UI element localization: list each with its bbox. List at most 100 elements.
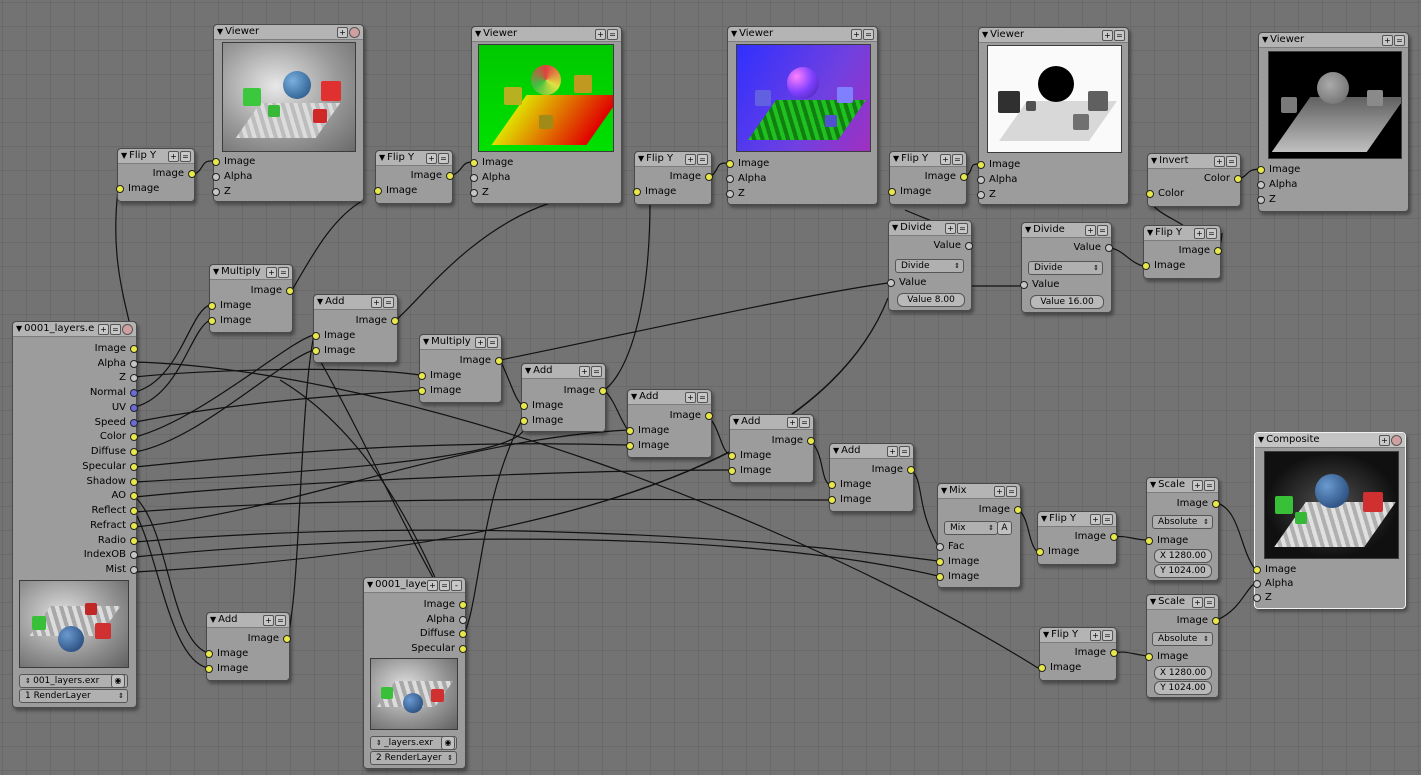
- add-node[interactable]: ▼ Add + = Image Image Image: [312, 294, 399, 363]
- output-socket[interactable]: Image: [772, 434, 815, 448]
- node-preview-toggle[interactable]: +: [685, 392, 696, 403]
- output-socket[interactable]: Diffuse: [420, 627, 467, 641]
- node-preview-toggle[interactable]: +: [1192, 480, 1203, 491]
- output-socket[interactable]: Specular: [411, 642, 467, 656]
- operation-dropdown[interactable]: Divide ⇕: [895, 259, 964, 273]
- add-node[interactable]: ▼ Add + = Image Image Image: [520, 363, 607, 432]
- scale-node[interactable]: ▼ Scale + = Image Absolute ⇕ Image X 1280.0…: [1145, 594, 1220, 698]
- output-socket[interactable]: Alpha: [98, 357, 138, 371]
- flip-y-node[interactable]: ▼ Flip Y + = Image Image: [888, 151, 968, 205]
- output-socket[interactable]: Reflect: [91, 504, 138, 518]
- output-socket[interactable]: Refract: [90, 519, 138, 533]
- node-editor[interactable]: ▼ Flip Y + = Image Image ▼ Viewer + Image A…: [0, 0, 1421, 775]
- viewer-node[interactable]: ▼ Viewer + Image Alpha Z: [212, 24, 364, 202]
- output-socket[interactable]: Image: [153, 167, 196, 181]
- output-socket[interactable]: Image: [670, 409, 713, 423]
- node-options-toggle[interactable]: =: [863, 29, 874, 40]
- output-socket[interactable]: Image: [1075, 646, 1118, 660]
- input-socket[interactable]: Image: [208, 299, 251, 313]
- output-socket[interactable]: Image: [95, 342, 138, 356]
- input-socket[interactable]: Image: [116, 182, 159, 196]
- node-options-toggle[interactable]: =: [1102, 514, 1113, 525]
- node-preview-toggle[interactable]: +: [1194, 228, 1205, 239]
- output-socket[interactable]: Value: [1074, 241, 1113, 255]
- composite-node[interactable]: ▼ Composite + Image Alpha Z: [1253, 432, 1406, 609]
- output-socket[interactable]: IndexOB: [84, 548, 138, 562]
- node-options-toggle[interactable]: =: [1206, 228, 1217, 239]
- multiply-node[interactable]: ▼ Multiply + = Image Image Image: [208, 264, 294, 333]
- y-field[interactable]: Y 1024.00: [1154, 681, 1212, 695]
- node-preview-toggle[interactable]: +: [851, 29, 862, 40]
- input-socket[interactable]: Image: [418, 369, 461, 383]
- output-socket[interactable]: Radio: [98, 534, 138, 548]
- input-socket[interactable]: Image: [1257, 163, 1300, 177]
- node-preview-toggle[interactable]: +: [337, 27, 348, 38]
- input-socket[interactable]: Z: [1257, 193, 1276, 207]
- add-node[interactable]: ▼ Add + = Image Image Image: [828, 443, 915, 512]
- node-preview-toggle[interactable]: +: [266, 267, 277, 278]
- divide-node[interactable]: ▼ Divide + = Value Divide ⇕ Value Value 8.0…: [887, 220, 973, 311]
- output-socket[interactable]: UV: [112, 401, 138, 415]
- mix-node[interactable]: ▼ Mix + = Image Mix ⇕ A Fac Image Image: [936, 483, 1022, 588]
- input-socket[interactable]: Image: [374, 184, 417, 198]
- node-preview-toggle[interactable]: +: [994, 486, 1005, 497]
- node-preview-toggle[interactable]: +: [579, 366, 590, 377]
- input-socket[interactable]: Image: [626, 424, 669, 438]
- node-options-toggle[interactable]: =: [607, 29, 618, 40]
- node-options-toggle[interactable]: =: [799, 417, 810, 428]
- add-node[interactable]: ▼ Add + = Image Image Image: [205, 612, 291, 681]
- render-layer-dropdown[interactable]: 1 RenderLayer ⇕: [19, 689, 128, 703]
- input-socket[interactable]: Alpha: [726, 172, 766, 186]
- input-socket[interactable]: Image: [1145, 650, 1188, 664]
- output-socket[interactable]: Alpha: [427, 613, 467, 627]
- node-options-toggle[interactable]: =: [275, 615, 286, 626]
- node-preview-toggle[interactable]: +: [940, 154, 951, 165]
- node-preview-toggle[interactable]: +: [1214, 156, 1225, 167]
- input-socket[interactable]: Z: [977, 188, 996, 202]
- node-options-toggle[interactable]: =: [1226, 156, 1237, 167]
- output-socket[interactable]: Image: [248, 632, 291, 646]
- node-preview-toggle[interactable]: +: [887, 446, 898, 457]
- node-options-toggle[interactable]: =: [899, 446, 910, 457]
- node-preview-toggle[interactable]: +: [1085, 225, 1096, 236]
- invert-node[interactable]: ▼ Invert + = Color Color: [1146, 153, 1242, 207]
- node-preview-toggle[interactable]: +: [168, 151, 179, 162]
- node-preview-toggle[interactable]: +: [1102, 30, 1113, 41]
- input-socket[interactable]: Z: [726, 187, 745, 201]
- input-socket[interactable]: Image: [726, 157, 769, 171]
- render-layers-node[interactable]: ▼ 0001_laye + = - Image Alpha Diffuse Specu…: [363, 577, 467, 769]
- node-options-toggle[interactable]: =: [487, 337, 498, 348]
- viewer-node[interactable]: ▼ Viewer + = Image Alpha Z: [977, 27, 1129, 205]
- input-socket[interactable]: Image: [728, 449, 771, 463]
- input-socket[interactable]: Image: [633, 185, 676, 199]
- x-field[interactable]: X 1280.00: [1154, 666, 1212, 680]
- node-options-toggle[interactable]: =: [383, 297, 394, 308]
- use-alpha-toggle[interactable]: A: [997, 521, 1012, 535]
- browse-icon[interactable]: ◉: [111, 674, 125, 688]
- node-preview-toggle[interactable]: +: [98, 324, 109, 335]
- input-socket[interactable]: Image: [312, 344, 355, 358]
- node-options-toggle[interactable]: =: [278, 267, 289, 278]
- input-socket[interactable]: Image: [212, 155, 255, 169]
- node-options-toggle[interactable]: =: [1006, 486, 1017, 497]
- output-socket[interactable]: Value: [934, 239, 973, 253]
- input-socket[interactable]: Image: [1038, 661, 1081, 675]
- add-node[interactable]: ▼ Add + = Image Image Image: [626, 389, 713, 458]
- output-socket[interactable]: Specular: [82, 460, 138, 474]
- node-options-toggle[interactable]: =: [1102, 630, 1113, 641]
- input-socket[interactable]: Fac: [936, 540, 964, 554]
- input-socket[interactable]: Alpha: [1257, 178, 1297, 192]
- scale-mode-dropdown[interactable]: Absolute ⇕: [1152, 515, 1213, 529]
- node-options-toggle[interactable]: =: [438, 153, 449, 164]
- output-socket[interactable]: Image: [925, 170, 968, 184]
- input-socket[interactable]: Image: [520, 399, 563, 413]
- output-socket[interactable]: Color: [1204, 172, 1242, 186]
- node-preview-toggle[interactable]: +: [263, 615, 274, 626]
- node-preview-toggle[interactable]: +: [685, 154, 696, 165]
- input-socket[interactable]: Image: [888, 185, 931, 199]
- input-socket[interactable]: Image: [936, 555, 979, 569]
- node-preview-toggle[interactable]: +: [945, 223, 956, 234]
- node-close-icon[interactable]: [349, 27, 360, 38]
- blend-mode-dropdown[interactable]: Mix ⇕: [944, 521, 998, 535]
- input-socket[interactable]: Image: [936, 570, 979, 584]
